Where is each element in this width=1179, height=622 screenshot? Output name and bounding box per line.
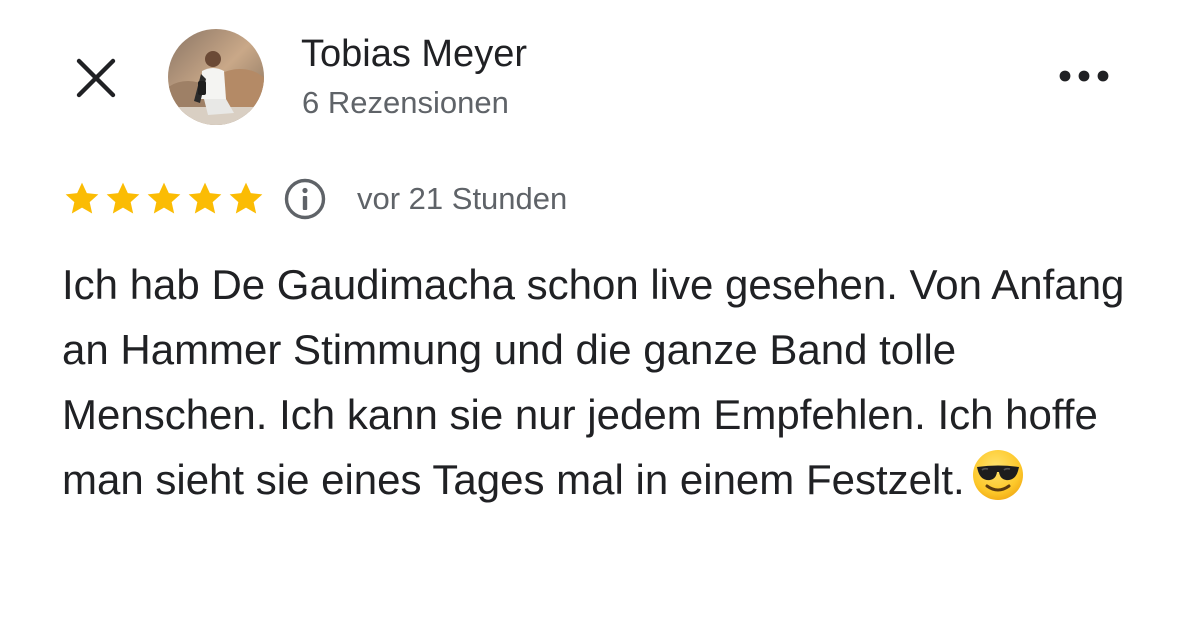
- star-icon: [147, 182, 181, 214]
- close-button[interactable]: [66, 48, 126, 108]
- sunglasses-emoji-icon: [972, 450, 1023, 500]
- review-time: vor 21 Stunden: [357, 181, 568, 216]
- close-icon: [76, 58, 116, 98]
- reviewer-avatar[interactable]: [168, 29, 264, 125]
- reviewer-name[interactable]: Tobias Meyer: [301, 32, 527, 76]
- info-icon[interactable]: [283, 177, 327, 221]
- rating-row: vor 21 Stunden: [62, 176, 567, 222]
- star-icon: [188, 182, 222, 214]
- review-count[interactable]: 6 Rezensionen: [302, 84, 509, 122]
- review-body: Ich hab De Gaudimacha schon live gesehen…: [62, 261, 1125, 503]
- star-icon: [229, 182, 263, 214]
- star-icon: [65, 182, 99, 214]
- star-rating: [62, 179, 266, 219]
- more-horizontal-icon: [1059, 70, 1109, 82]
- star-icon: [106, 182, 140, 214]
- review-text: Ich hab De Gaudimacha schon live gesehen…: [62, 252, 1152, 512]
- more-options-button[interactable]: [1050, 56, 1118, 96]
